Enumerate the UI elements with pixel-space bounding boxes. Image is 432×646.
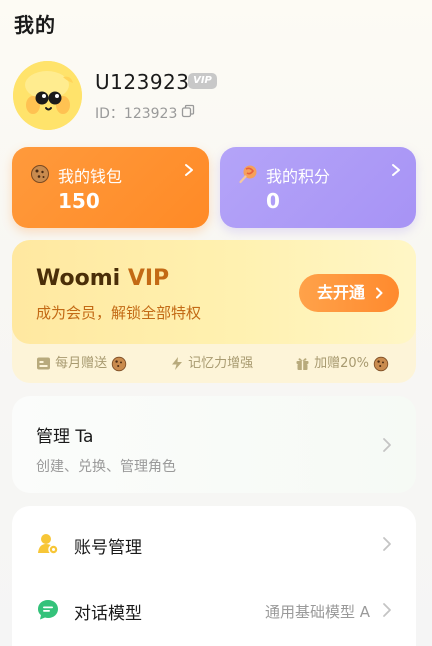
cookie-icon bbox=[31, 165, 49, 183]
perk-label: 记忆力增强 bbox=[188, 356, 254, 371]
account-manage-icon bbox=[38, 534, 59, 555]
perk-memory-boost: 记忆力增强 bbox=[170, 355, 253, 373]
perk-bonus: 加赠20% bbox=[295, 355, 389, 373]
manage-ta-title: 管理 Ta bbox=[36, 427, 94, 447]
avatar-mascot-icon bbox=[13, 61, 82, 130]
calendar-icon bbox=[37, 357, 50, 370]
wallet-label: 我的钱包 bbox=[58, 167, 123, 186]
settings-item-account[interactable]: 账号管理 bbox=[12, 514, 416, 574]
lightning-icon bbox=[172, 357, 182, 370]
user-id: ID：123923 bbox=[95, 106, 178, 122]
vip-title-brand: Woomi bbox=[36, 266, 128, 291]
chevron-right-icon bbox=[383, 438, 391, 452]
settings-item-label: 对话模型 bbox=[74, 604, 142, 624]
chat-model-icon bbox=[38, 600, 58, 620]
vip-banner[interactable]: Woomi VIP 成为会员，解锁全部特权 去开通 bbox=[12, 240, 416, 344]
settings-item-chat-model[interactable]: 对话模型 通用基础模型 A bbox=[12, 580, 416, 640]
chevron-right-icon bbox=[376, 287, 383, 299]
points-card[interactable]: 我的积分 0 bbox=[220, 147, 416, 228]
vip-subtitle: 成为会员，解锁全部特权 bbox=[36, 304, 202, 322]
settings-item-value: 通用基础模型 A bbox=[264, 603, 370, 621]
cookie-icon bbox=[373, 356, 389, 371]
settings-item-label: 账号管理 bbox=[74, 538, 142, 558]
avatar[interactable] bbox=[13, 61, 82, 130]
wallet-value: 150 bbox=[58, 189, 100, 213]
cookie-icon bbox=[112, 356, 127, 371]
vip-title: Woomi VIP bbox=[36, 266, 169, 291]
copy-icon[interactable] bbox=[181, 104, 195, 118]
perk-label: 加赠20% bbox=[314, 356, 370, 371]
gift-icon bbox=[296, 358, 309, 370]
points-label: 我的积分 bbox=[266, 167, 331, 186]
chevron-right-icon bbox=[383, 537, 391, 551]
perk-monthly-gift: 每月赠送 bbox=[36, 355, 127, 373]
chevron-right-icon bbox=[392, 164, 400, 176]
manage-ta-card[interactable]: 管理 Ta 创建、兑换、管理角色 bbox=[12, 396, 416, 493]
vip-badge: VIP bbox=[188, 73, 217, 89]
perk-label: 每月赠送 bbox=[55, 356, 108, 371]
username: U123923 bbox=[95, 70, 190, 94]
wallet-card[interactable]: 我的钱包 150 bbox=[12, 147, 209, 228]
open-vip-button-label: 去开通 bbox=[317, 283, 366, 302]
lollipop-icon bbox=[239, 165, 257, 184]
manage-ta-subtitle: 创建、兑换、管理角色 bbox=[36, 459, 176, 475]
vip-section: Woomi VIP 成为会员，解锁全部特权 去开通 每月赠送 记忆力增强 加赠2… bbox=[12, 240, 416, 383]
page-title: 我的 bbox=[14, 13, 56, 37]
chevron-right-icon bbox=[383, 603, 391, 617]
settings-list: 账号管理 对话模型 通用基础模型 A bbox=[12, 506, 416, 646]
vip-title-accent: VIP bbox=[127, 266, 170, 291]
open-vip-button[interactable]: 去开通 bbox=[299, 274, 399, 312]
points-value: 0 bbox=[266, 189, 280, 213]
chevron-right-icon bbox=[185, 164, 193, 176]
